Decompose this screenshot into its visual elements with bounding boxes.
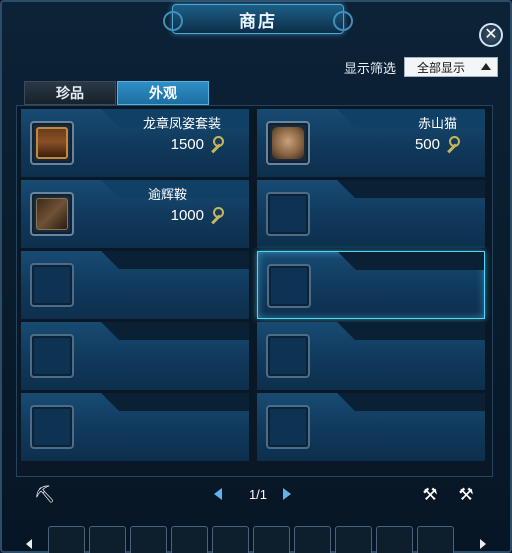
inventory-slot[interactable] [89,526,126,553]
hammer-icon[interactable]: ⚒ [420,485,440,505]
empty-item-cell[interactable] [21,322,249,390]
tab-label: 珍品 [56,85,84,101]
filter-selected-value: 全部显示 [417,60,466,75]
empty-item-cell[interactable] [257,180,485,248]
item-price: 500 [415,135,461,153]
dropdown-arrow-icon [481,63,491,70]
tab-treasures[interactable]: 珍品 [24,81,116,105]
inventory-slot[interactable] [171,526,208,553]
empty-item-cell[interactable] [257,393,485,461]
tab-label: 外观 [149,85,177,101]
item-price: 1500 [171,135,225,153]
page-indicator: 1/1 [248,487,268,502]
next-page-icon[interactable] [283,488,291,500]
item-price: 1000 [171,206,225,224]
empty-slot [30,263,74,307]
inventory-slot[interactable] [253,526,290,553]
item-name: 赤山猫 [417,116,457,131]
close-icon: ✕ [484,26,498,43]
item-slot[interactable] [30,121,74,165]
saddle-icon [36,198,68,230]
shovel-icon[interactable]: ⛏ [34,485,56,505]
key-currency-icon [207,206,225,224]
inventory-next-icon[interactable] [480,539,486,549]
empty-slot [30,334,74,378]
inventory-bar [2,523,512,553]
close-button[interactable]: ✕ [479,23,503,47]
empty-item-cell-selected[interactable] [257,251,485,319]
empty-item-cell[interactable] [21,251,249,319]
shop-window: 商店 ✕ 显示筛选 全部显示 珍品 外观 龙章凤姿套装 1500 赤山猫 500… [0,0,512,553]
key-currency-icon [207,135,225,153]
inventory-slot[interactable] [130,526,167,553]
shop-item-cell[interactable]: 逾辉鞍 1000 [21,180,249,248]
item-slot[interactable] [30,192,74,236]
inventory-slot[interactable] [376,526,413,553]
item-slot[interactable] [266,121,310,165]
empty-slot [266,192,310,236]
empty-item-cell[interactable] [21,393,249,461]
empty-slot [266,334,310,378]
inventory-slot[interactable] [335,526,372,553]
filter-dropdown[interactable]: 全部显示 [404,57,498,77]
inventory-prev-icon[interactable] [26,539,32,549]
window-title: 商店 [239,11,277,32]
empty-slot [266,405,310,449]
tab-appearance[interactable]: 外观 [117,81,209,105]
chest-icon [36,127,68,159]
item-name: 逾辉鞍 [147,187,187,202]
shop-item-cell[interactable]: 赤山猫 500 [257,109,485,177]
inventory-slot[interactable] [48,526,85,553]
cat-icon [272,127,304,159]
empty-slot [267,264,311,308]
item-price-value: 1000 [170,206,204,224]
empty-item-cell[interactable] [257,322,485,390]
inventory-slot[interactable] [294,526,331,553]
inventory-slot[interactable] [212,526,249,553]
item-price-value: 500 [414,135,440,153]
title-bar: 商店 [163,4,353,34]
shop-toolbar: ⛏ 1/1 ⚒ ⚒ [16,482,493,508]
inventory-slot[interactable] [417,526,454,553]
filter-label: 显示筛选 [344,61,397,76]
key-currency-icon [443,135,461,153]
shop-item-grid: 龙章凤姿套装 1500 赤山猫 500 逾辉鞍 1000 [16,105,493,477]
item-price-value: 1500 [170,135,204,153]
item-name: 龙章凤姿套装 [142,116,221,131]
shop-item-cell[interactable]: 龙章凤姿套装 1500 [21,109,249,177]
empty-slot [30,405,74,449]
prev-page-icon[interactable] [214,488,222,500]
hammer-plus-icon[interactable]: ⚒ [456,485,476,505]
